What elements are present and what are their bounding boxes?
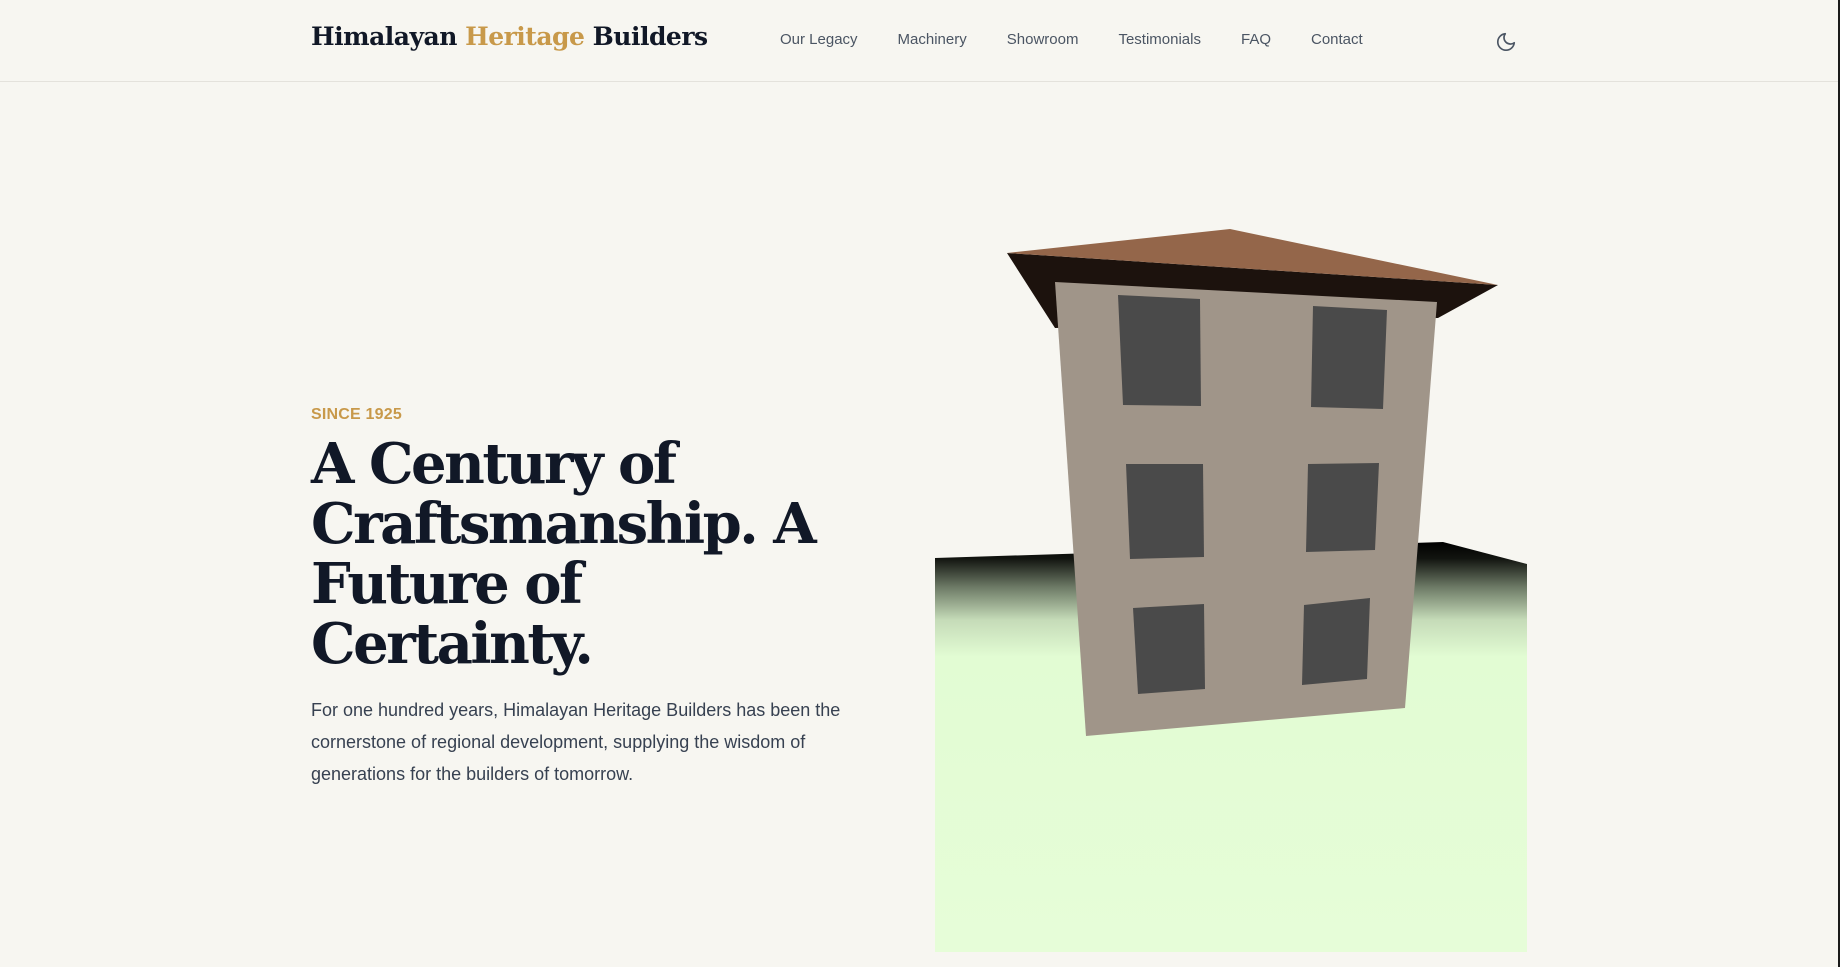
hero-section: SINCE 1925 A Century of Craftsmanship. A… (311, 406, 851, 790)
brand-name-accent: Heritage (465, 22, 585, 51)
building-3d-scene[interactable] (935, 220, 1527, 952)
brand-name-part2: Builders (592, 22, 708, 51)
nav-item-contact[interactable]: Contact (1311, 31, 1363, 48)
nav-item-showroom[interactable]: Showroom (1007, 31, 1079, 48)
moon-icon (1496, 32, 1516, 52)
window (1311, 306, 1387, 409)
hero-title: A Century of Craftsmanship. A Future of … (311, 431, 817, 677)
building-illustration (935, 229, 1527, 952)
page: Himalayan Heritage Builders Our Legacy M… (0, 0, 1840, 967)
brand-logo[interactable]: Himalayan Heritage Builders (311, 22, 708, 51)
window (1126, 464, 1204, 559)
window (1306, 463, 1379, 552)
brand-name-part1: Himalayan (311, 22, 457, 51)
window (1133, 604, 1205, 694)
nav-item-machinery[interactable]: Machinery (898, 31, 967, 48)
hero-description: For one hundred years, Himalayan Heritag… (311, 700, 841, 784)
theme-toggle-button[interactable] (1492, 28, 1520, 56)
site-header: Himalayan Heritage Builders Our Legacy M… (0, 0, 1838, 82)
window (1302, 598, 1370, 685)
nav-item-our-legacy[interactable]: Our Legacy (780, 31, 858, 48)
main-nav: Our Legacy Machinery Showroom Testimonia… (780, 31, 1403, 48)
window (1118, 295, 1201, 406)
hero-eyebrow: SINCE 1925 (311, 406, 402, 423)
nav-item-testimonials[interactable]: Testimonials (1118, 31, 1201, 48)
nav-item-faq[interactable]: FAQ (1241, 31, 1271, 48)
